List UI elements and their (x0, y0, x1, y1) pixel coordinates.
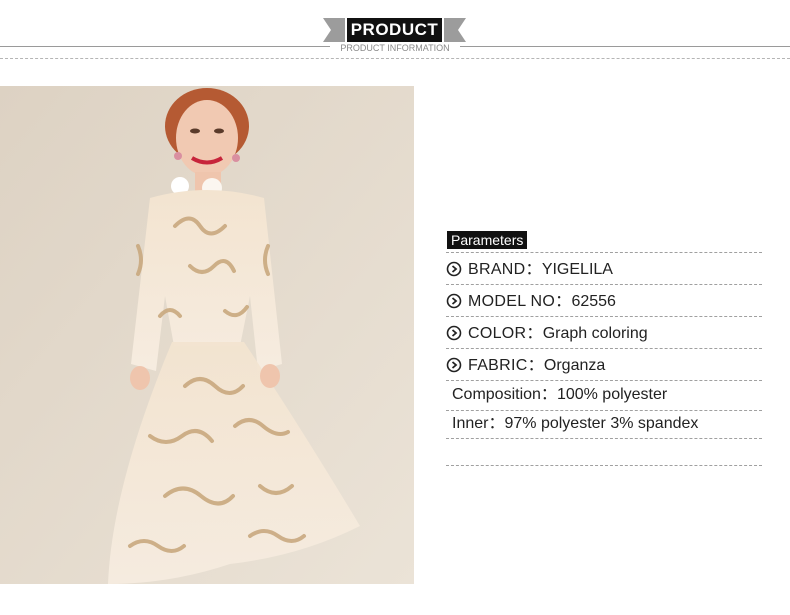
model-value: 62556 (571, 293, 616, 310)
product-photo (0, 86, 414, 584)
product-ribbon: PRODUCT (323, 18, 466, 42)
circle-arrow-icon (446, 325, 462, 341)
model-label: MODEL NO： (468, 293, 572, 310)
composition-label: Composition： (452, 386, 557, 403)
divider (446, 410, 762, 411)
composition-row: Composition：100% polyester (452, 383, 768, 407)
model-row: MODEL NO：62556 (446, 290, 762, 314)
divider (446, 252, 762, 253)
divider (446, 438, 762, 439)
fabric-value: Organza (543, 357, 606, 374)
inner-value: 97% polyester 3% spandex (504, 415, 699, 432)
circle-arrow-icon (446, 261, 462, 277)
circle-arrow-icon (446, 357, 462, 373)
color-value: Graph coloring (542, 325, 648, 342)
fabric-label: FABRIC： (468, 357, 544, 374)
fabric-row: FABRIC：Organza (446, 354, 762, 378)
section-subtitle: PRODUCT INFORMATION (330, 43, 460, 54)
section-title: PRODUCT (350, 20, 439, 39)
inner-row: Inner：97% polyester 3% spandex (452, 412, 768, 436)
header-dash-rule (0, 58, 790, 59)
brand-row: BRAND：YIGELILA (446, 258, 762, 282)
divider (446, 348, 762, 349)
color-row: COLOR：Graph coloring (446, 322, 762, 346)
composition-value: 100% polyester (556, 386, 668, 403)
divider (446, 316, 762, 317)
divider (446, 380, 762, 381)
brand-value: YIGELILA (541, 261, 613, 278)
color-label: COLOR： (468, 325, 543, 342)
divider (446, 284, 762, 285)
parameters-title: Parameters (447, 231, 528, 249)
brand-label: BRAND： (468, 261, 542, 278)
inner-label: Inner： (452, 415, 505, 432)
circle-arrow-icon (446, 293, 462, 309)
divider (446, 465, 762, 466)
